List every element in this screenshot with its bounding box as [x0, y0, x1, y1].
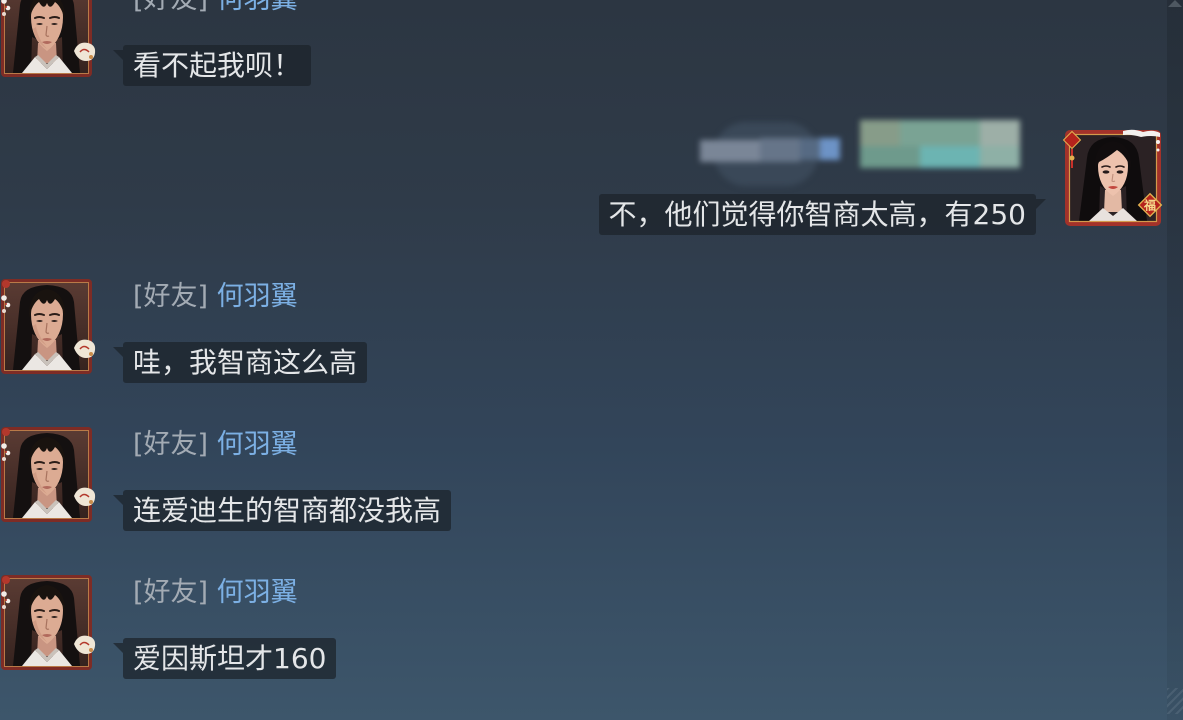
male-character-portrait-icon: [0, 0, 96, 79]
redaction-block: [900, 120, 980, 146]
resize-grip-icon[interactable]: [1167, 688, 1183, 714]
message-bubble: 不，他们觉得你智商太高，有250: [598, 194, 1047, 235]
male-character-portrait-icon: [0, 426, 96, 524]
chat-panel[interactable]: [好友] 何羽翼 看不起我呗！: [0, 0, 1167, 720]
message-bubble: 连爱迪生的智商都没我高: [112, 490, 452, 531]
redaction-block: [820, 138, 840, 160]
friend-tag: [好友]: [133, 429, 209, 460]
redacted-sender-name: [700, 118, 1020, 188]
friend-tag: [好友]: [133, 0, 208, 15]
sender-line: [好友] 何羽翼: [133, 430, 298, 460]
friend-avatar[interactable]: [0, 0, 96, 79]
self-avatar[interactable]: 福: [1062, 128, 1163, 228]
friend-tag: [好友]: [133, 577, 209, 608]
redaction-block: [980, 120, 1020, 146]
sender-line: [好友] 何羽翼: [133, 578, 298, 608]
friend-avatar[interactable]: [0, 574, 96, 672]
chat-message-self: 福 不，他们觉得你智商太高，有250: [0, 118, 1167, 235]
frame-ornament-text: 福: [1143, 198, 1156, 213]
sender-line: [好友] 何羽翼: [133, 282, 298, 312]
female-character-portrait-icon: 福: [1062, 129, 1163, 226]
male-character-portrait-icon: [0, 574, 96, 672]
redaction-block: [700, 140, 760, 162]
redaction-block: [860, 146, 920, 168]
chat-message: [好友] 何羽翼 爱因斯坦才160: [0, 578, 1167, 688]
friend-avatar[interactable]: [0, 278, 96, 376]
sender-line: [好友] 何羽翼: [133, 0, 298, 15]
chat-message: [好友] 何羽翼 连爱迪生的智商都没我高: [0, 430, 1167, 540]
sender-name[interactable]: 何羽翼: [217, 0, 298, 15]
sender-name[interactable]: 何羽翼: [217, 429, 298, 460]
redaction-block: [920, 146, 980, 168]
message-bubble: 爱因斯坦才160: [112, 638, 337, 679]
scrollbar-track[interactable]: [1167, 0, 1183, 720]
message-bubble: 哇，我智商这么高: [112, 342, 368, 383]
redaction-block: [800, 138, 820, 160]
sender-name[interactable]: 何羽翼: [217, 281, 298, 312]
redaction-block: [860, 120, 900, 146]
male-character-portrait-icon: [0, 278, 96, 376]
redaction-block: [980, 146, 1020, 168]
friend-avatar[interactable]: [0, 426, 96, 524]
message-bubble: 看不起我呗！: [112, 45, 312, 86]
chat-message: [好友] 何羽翼 哇，我智商这么高: [0, 282, 1167, 392]
scroll-up-arrow-icon[interactable]: [1168, 0, 1182, 7]
sender-name[interactable]: 何羽翼: [217, 577, 298, 608]
chat-message: [好友] 何羽翼 看不起我呗！: [0, 0, 1167, 95]
friend-tag: [好友]: [133, 281, 209, 312]
redaction-block: [760, 138, 800, 162]
